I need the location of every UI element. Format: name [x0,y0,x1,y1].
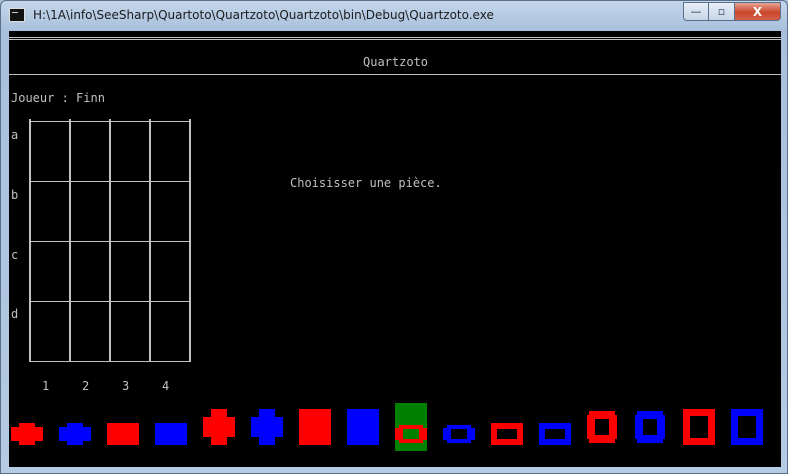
piece-shape [657,415,665,439]
board-grid-line [29,119,31,361]
board-grid-line [29,121,191,122]
console-window: H:\1A\info\SeeSharp\Quartoto\Quartzoto\Q… [0,0,788,474]
board-grid-line [29,301,191,302]
piece-3[interactable] [107,403,139,451]
piece-5[interactable] [203,403,235,451]
piece-6[interactable] [251,403,283,451]
title-bar[interactable]: H:\1A\info\SeeSharp\Quartoto\Quartzoto\Q… [1,1,787,31]
header-top-rule [9,37,781,38]
piece-shape [299,409,331,445]
piece-shape [395,428,403,440]
piece-shape [443,428,451,440]
piece-shape [155,423,187,445]
piece-13[interactable] [587,403,619,451]
piece-shape [731,409,763,445]
piece-12[interactable] [539,403,571,451]
close-button[interactable]: X [735,2,781,21]
col-label-3: 3 [122,379,130,393]
piece-shape [539,423,571,445]
piece-8[interactable] [347,403,379,451]
piece-9[interactable] [395,403,427,451]
piece-15[interactable] [683,403,715,451]
board-grid-line [29,181,191,182]
piece-tray [9,403,781,453]
board-grid-line [29,241,191,242]
board-grid-line [29,361,191,362]
minimize-button[interactable]: — [683,2,709,21]
piece-10[interactable] [443,403,475,451]
row-label-b: b [11,188,19,202]
col-label-1: 1 [42,379,50,393]
board-grid-line [109,119,111,361]
piece-16[interactable] [731,403,763,451]
piece-shape [259,409,275,445]
piece-shape [211,409,227,445]
board-grid-line [149,119,151,361]
piece-shape [587,415,595,439]
piece-shape [67,423,83,445]
piece-14[interactable] [635,403,667,451]
window-title: H:\1A\info\SeeSharp\Quartoto\Quartzoto\Q… [33,8,494,22]
console-app-icon [9,8,25,22]
row-label-d: d [11,307,19,321]
piece-shape [683,409,715,445]
game-title: Quartzoto [363,55,429,69]
piece-shape [609,415,617,439]
col-label-4: 4 [162,379,170,393]
row-label-a: a [11,128,19,142]
caption-buttons: — ▫ X [683,2,781,21]
console-area[interactable]: Quartzoto Joueur : Finn a b c d 1 2 3 4 … [9,31,781,467]
piece-shape [635,415,643,439]
piece-4[interactable] [155,403,187,451]
piece-shape [467,428,475,440]
maximize-button[interactable]: ▫ [709,2,735,21]
player-line: Joueur : Finn [11,91,105,105]
board-grid-line [189,119,191,361]
piece-shape [419,428,427,440]
piece-7[interactable] [299,403,331,451]
header-top-rule-2 [9,39,781,40]
row-label-c: c [11,248,19,262]
board-grid-line [69,119,71,361]
piece-shape [491,423,523,445]
piece-shape [107,423,139,445]
game-board[interactable] [29,119,191,362]
header-bottom-rule [9,74,781,75]
col-label-2: 2 [82,379,90,393]
status-message: Choisisser une pièce. [290,176,442,190]
piece-shape [347,409,379,445]
piece-shape [19,423,35,445]
piece-2[interactable] [59,403,91,451]
piece-11[interactable] [491,403,523,451]
piece-1[interactable] [11,403,43,451]
